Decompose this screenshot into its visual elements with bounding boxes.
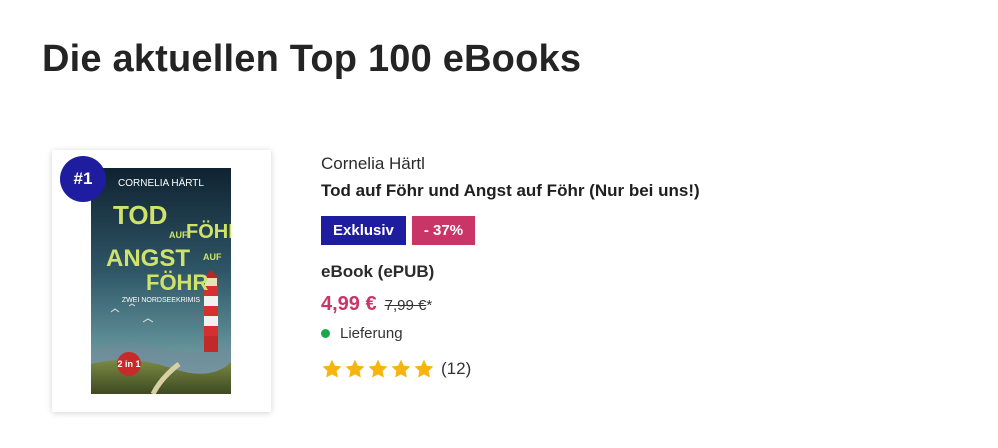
book-cover-image[interactable]: CORNELIA HÄRTL TOD AUF FÖHR ANGST AUF FÖ… xyxy=(91,168,231,394)
svg-text:2 in 1: 2 in 1 xyxy=(117,359,140,369)
product-format: eBook (ePUB) xyxy=(321,262,435,281)
exklusiv-badge: Exklusiv xyxy=(321,216,406,245)
price-row: 4,99 € 7,99 € * xyxy=(321,293,432,316)
star-icon xyxy=(322,359,342,378)
product-author[interactable]: Cornelia Härtl xyxy=(321,154,425,174)
svg-text:ZWEI NORDSEEKRIMIS: ZWEI NORDSEEKRIMIS xyxy=(122,297,201,304)
delivery-label: Lieferung xyxy=(340,325,403,342)
star-icon xyxy=(345,359,365,378)
rank-badge: #1 xyxy=(60,156,106,202)
svg-text:TOD: TOD xyxy=(113,200,167,230)
current-price: 4,99 € xyxy=(321,293,377,315)
product-title[interactable]: Tod auf Föhr und Angst auf Föhr (Nur bei… xyxy=(321,181,700,201)
status-dot-icon xyxy=(321,329,330,338)
cover-box[interactable]: CORNELIA HÄRTL TOD AUF FÖHR ANGST AUF FÖ… xyxy=(52,150,271,412)
svg-text:AUF: AUF xyxy=(203,252,222,262)
star-icon xyxy=(368,359,388,378)
price-note: * xyxy=(426,297,433,314)
delivery-status: Lieferung xyxy=(321,325,403,342)
svg-text:CORNELIA HÄRTL: CORNELIA HÄRTL xyxy=(118,177,204,189)
discount-badge: - 37% xyxy=(411,216,476,245)
page-title: Die aktuellen Top 100 eBooks xyxy=(42,38,582,80)
svg-text:ANGST: ANGST xyxy=(106,245,190,272)
star-icon xyxy=(391,359,411,378)
svg-text:FÖHR: FÖHR xyxy=(186,220,231,243)
star-rating xyxy=(321,358,435,380)
old-price: 7,99 € xyxy=(384,297,427,314)
svg-text:FÖHR: FÖHR xyxy=(146,270,208,295)
rating-count: (12) xyxy=(441,359,472,378)
badge-row: Exklusiv - 37% xyxy=(321,216,476,245)
product-card[interactable]: CORNELIA HÄRTL TOD AUF FÖHR ANGST AUF FÖ… xyxy=(52,150,992,420)
star-icon xyxy=(414,359,434,378)
rating[interactable]: (12) xyxy=(321,358,471,380)
